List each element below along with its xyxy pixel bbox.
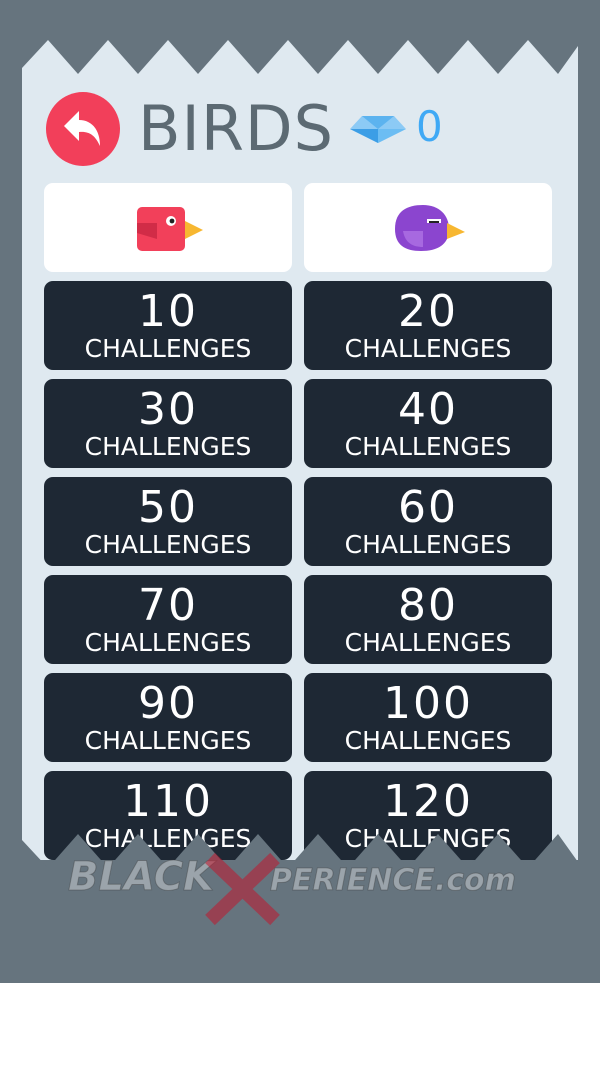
challenge-label: CHALLENGES: [344, 530, 512, 559]
challenge-label: CHALLENGES: [84, 628, 252, 657]
challenge-button-40[interactable]: 40 CHALLENGES: [304, 379, 552, 468]
challenge-label: CHALLENGES: [84, 334, 252, 363]
challenge-button-70[interactable]: 70 CHALLENGES: [44, 575, 292, 664]
challenge-count: 40: [398, 384, 458, 435]
challenge-button-30[interactable]: 30 CHALLENGES: [44, 379, 292, 468]
challenge-label: CHALLENGES: [344, 628, 512, 657]
challenge-button-60[interactable]: 60 CHALLENGES: [304, 477, 552, 566]
challenge-count: 10: [138, 286, 198, 337]
challenge-label: CHALLENGES: [344, 334, 512, 363]
challenge-label: CHALLENGES: [84, 530, 252, 559]
header: BIRDS 0: [22, 90, 578, 170]
gem-count: 0: [416, 102, 443, 151]
undo-arrow-icon: [64, 111, 100, 146]
page-title: BIRDS: [138, 92, 334, 165]
challenge-count: 60: [398, 482, 458, 533]
challenge-button-90[interactable]: 90 CHALLENGES: [44, 673, 292, 762]
challenge-count: 110: [123, 776, 213, 827]
purple-bird-icon: [395, 204, 465, 251]
challenge-count: 50: [138, 482, 198, 533]
challenge-count: 80: [398, 580, 458, 631]
challenge-button-100[interactable]: 100 CHALLENGES: [304, 673, 552, 762]
bird-card-red[interactable]: [44, 183, 292, 272]
watermark-logo: BLACK PERIENCE.com: [68, 852, 516, 926]
back-button[interactable]: [46, 92, 120, 166]
challenge-button-20[interactable]: 20 CHALLENGES: [304, 281, 552, 370]
challenge-button-50[interactable]: 50 CHALLENGES: [44, 477, 292, 566]
challenge-label: CHALLENGES: [344, 726, 512, 755]
challenge-count: 90: [138, 678, 198, 729]
bird-card-purple[interactable]: [304, 183, 552, 272]
challenge-count: 20: [398, 286, 458, 337]
torn-paper-edge: [22, 40, 578, 74]
challenge-label: CHALLENGES: [344, 432, 512, 461]
challenge-label: CHALLENGES: [84, 726, 252, 755]
challenge-count: 100: [383, 678, 473, 729]
challenge-button-80[interactable]: 80 CHALLENGES: [304, 575, 552, 664]
diamond-icon: [350, 116, 406, 143]
svg-text:PERIENCE.com: PERIENCE.com: [270, 863, 516, 898]
red-bird-icon: [137, 206, 203, 251]
challenge-label: CHALLENGES: [84, 432, 252, 461]
challenge-count: 120: [383, 776, 473, 827]
challenge-count: 30: [138, 384, 198, 435]
challenge-button-10[interactable]: 10 CHALLENGES: [44, 281, 292, 370]
menu-paper: BIRDS 0 10 CHALLENGES 20 CHALLENGES 30 C…: [22, 40, 578, 860]
challenge-count: 70: [138, 580, 198, 631]
svg-text:BLACK: BLACK: [68, 854, 217, 900]
